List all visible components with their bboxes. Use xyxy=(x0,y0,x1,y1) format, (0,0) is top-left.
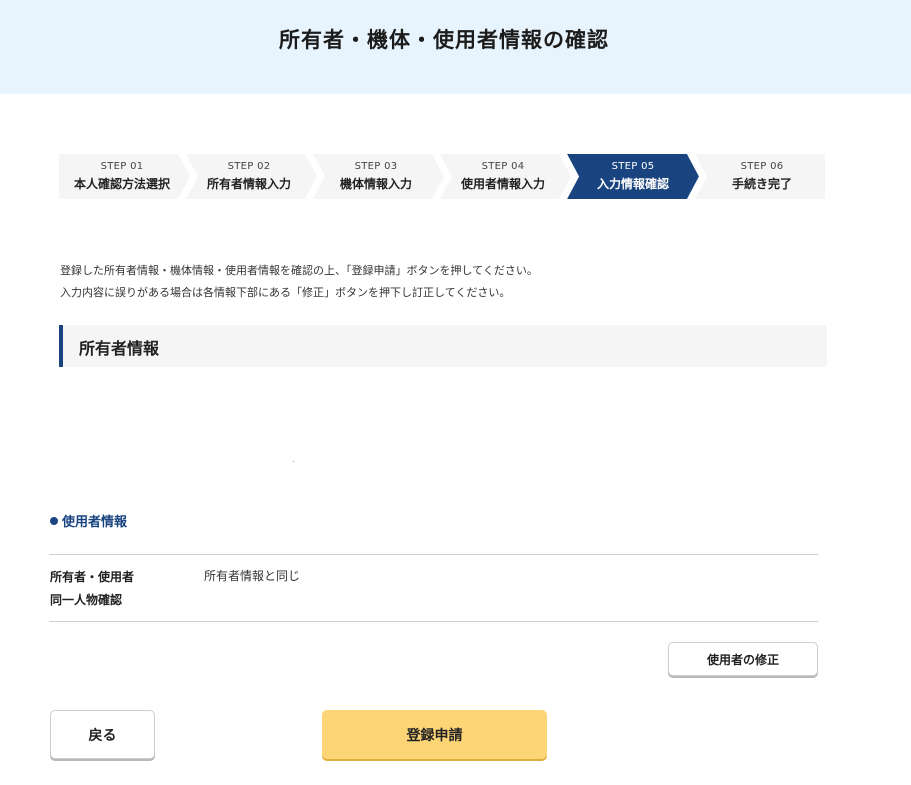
step-01: STEP 01 本人確認方法選択 xyxy=(59,154,185,199)
step-04: STEP 04 使用者情報入力 xyxy=(440,154,566,199)
step-name: 本人確認方法選択 xyxy=(73,177,170,191)
divider xyxy=(49,554,818,555)
step-name: 所有者情報入力 xyxy=(206,177,291,191)
user-row-label-line-1: 所有者・使用者 xyxy=(50,570,135,584)
step-02: STEP 02 所有者情報入力 xyxy=(186,154,312,199)
step-number: STEP 06 xyxy=(740,161,784,172)
step-number: STEP 04 xyxy=(481,161,525,172)
page-title: 所有者・機体・使用者情報の確認 xyxy=(279,28,609,52)
step-name: 入力情報確認 xyxy=(596,177,669,191)
user-row-value: 所有者情報と同じ xyxy=(204,569,301,583)
placeholder-dot xyxy=(293,461,294,462)
step-number: STEP 05 xyxy=(611,161,655,172)
step-number: STEP 01 xyxy=(100,161,144,172)
submit-registration-button[interactable]: 登録申請 xyxy=(322,710,547,759)
divider xyxy=(49,621,818,622)
step-name: 手続き完了 xyxy=(731,177,792,191)
owner-section-title: 所有者情報 xyxy=(79,339,160,358)
step-number: STEP 02 xyxy=(227,161,271,172)
user-row-label-line-2: 同一人物確認 xyxy=(50,593,123,607)
step-name: 使用者情報入力 xyxy=(460,177,545,191)
back-button[interactable]: 戻る xyxy=(50,710,155,759)
page-header: 所有者・機体・使用者情報の確認 xyxy=(0,0,911,94)
step-06: STEP 06 手続き完了 xyxy=(699,154,825,199)
user-section-header: 使用者情報 xyxy=(50,511,127,530)
step-03: STEP 03 機体情報入力 xyxy=(313,154,439,199)
owner-section-header: 所有者情報 xyxy=(59,325,827,367)
intro-text: 登録した所有者情報・機体情報・使用者情報を確認の上、「登録申請」ボタンを押してく… xyxy=(60,260,538,304)
step-name: 機体情報入力 xyxy=(339,177,412,191)
user-section-title: 使用者情報 xyxy=(62,515,128,530)
intro-line-1: 登録した所有者情報・機体情報・使用者情報を確認の上、「登録申請」ボタンを押してく… xyxy=(60,264,538,277)
step-progress-bar: STEP 01 本人確認方法選択 STEP 02 所有者情報入力 STEP 03… xyxy=(59,154,825,199)
edit-user-button[interactable]: 使用者の修正 xyxy=(668,642,818,676)
bullet-icon xyxy=(50,517,58,525)
user-row-label: 所有者・使用者 同一人物確認 xyxy=(50,566,134,612)
intro-line-2: 入力内容に誤りがある場合は各情報下部にある「修正」ボタンを押下し訂正してください… xyxy=(60,286,511,299)
step-number: STEP 03 xyxy=(354,161,398,172)
step-05: STEP 05 入力情報確認 xyxy=(571,154,695,199)
